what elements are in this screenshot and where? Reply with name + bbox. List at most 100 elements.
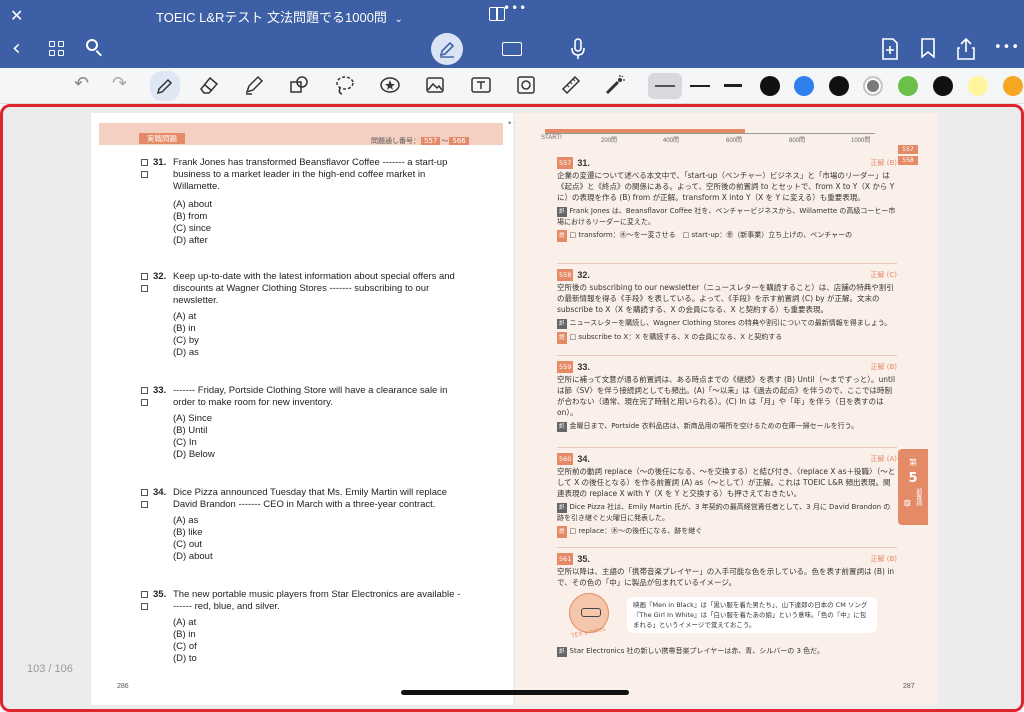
option: (C) of (173, 641, 197, 652)
answer-translation: Frank Jones は、Beansflavor Coffee 社を、ベンチャ… (557, 207, 896, 226)
option: (C) out (173, 539, 203, 550)
answer-explanation: 空所前の動詞 replace（～の後任になる、～を交換する）と結び付き、〈rep… (557, 467, 896, 498)
document-viewport[interactable]: 103 / 106 実戦問題 問題通し番号： 557 ～ 566 31. Frank … (0, 104, 1024, 712)
checkbox[interactable] (141, 273, 148, 280)
color-swatch-blue[interactable] (794, 76, 814, 96)
sticker-icon[interactable] (379, 74, 403, 98)
answer-tag: 561 (557, 553, 574, 565)
text-box-icon[interactable] (470, 74, 494, 98)
home-indicator[interactable] (401, 690, 629, 695)
more-options-icon[interactable]: ••• (994, 40, 1020, 55)
answer-number: 32. (577, 270, 590, 280)
progress-axis-line (545, 133, 875, 134)
color-swatch-yellow[interactable] (968, 76, 988, 96)
axis-tick: 200問 (601, 138, 618, 144)
search-icon[interactable] (86, 39, 104, 57)
stroke-medium-option[interactable] (690, 85, 710, 87)
answer-key: 正解 (A) (870, 455, 897, 463)
option: (D) Below (173, 449, 215, 460)
page-counter: 103 / 106 (27, 663, 73, 675)
thumbnails-grid-icon[interactable] (49, 41, 65, 57)
options-list: (A) about (B) from (C) since (D) after (173, 199, 212, 247)
answer-block: 557 31. 正解 (B) 企業の変遷について述べる本文中で、「start-up（… (557, 157, 897, 242)
back-icon[interactable]: ‹ (12, 36, 21, 61)
question-item: 32. Keep up-to-date with the latest info… (141, 271, 471, 361)
chapter-number: 5 (908, 471, 918, 486)
multitask-dots-icon[interactable]: ••• (503, 1, 527, 15)
checkbox[interactable] (141, 159, 148, 166)
checkbox[interactable] (141, 171, 148, 178)
answer-translation-block: 訳 Star Electronics 社の新しい携帯音楽プレイヤーは赤、青、シルバ… (557, 647, 824, 657)
eraser-icon[interactable] (198, 74, 222, 98)
highlighter-icon[interactable] (243, 74, 267, 98)
color-swatch-green[interactable] (898, 76, 918, 96)
option: (D) about (173, 551, 213, 562)
color-swatch-black-2[interactable] (829, 76, 849, 96)
image-icon[interactable] (424, 74, 448, 98)
divider (557, 355, 897, 356)
axis-tick: 800問 (789, 138, 806, 144)
chapter-suffix: 章 (903, 499, 912, 508)
checkbox[interactable] (141, 285, 148, 292)
answer-translation: Dice Pizza 社は、Emily Martin 氏が、3 年契約の最高経営… (557, 503, 891, 522)
document-title-button[interactable]: TOEIC L&Rテスト 文法問題でる1000問 ⌄ (156, 7, 403, 26)
color-swatch-gray-selected[interactable] (863, 76, 883, 96)
pen-tool-button[interactable] (150, 71, 180, 101)
answer-block: 561 35. 正解 (B) 空所以降は、主語の「携帯音楽プレイヤー」の入手可能な色… (557, 553, 897, 588)
question-number: 33. (153, 385, 167, 396)
progress-axis: START! 200問 400問 600問 800問 1000問 (541, 115, 875, 144)
laser-pointer-icon[interactable] (604, 74, 628, 98)
keyboard-icon[interactable] (502, 42, 522, 56)
answer-tag: 560 (557, 453, 574, 465)
question-range-to: 566 (449, 137, 469, 145)
question-range: 問題通し番号： 557 ～ 566 (371, 136, 470, 146)
chapter-tab: 第 5 章 前置詞 (898, 449, 928, 525)
checkbox[interactable] (141, 489, 148, 496)
stroke-thin-option[interactable] (655, 85, 675, 87)
undo-icon[interactable]: ↶ (74, 73, 98, 97)
color-swatch-orange[interactable] (1003, 76, 1023, 96)
answer-explanation: 空所以降は、主語の「携帯音楽プレイヤー」の入手可能な色を示している。色を表す前置… (557, 567, 895, 587)
checkbox[interactable] (141, 501, 148, 508)
question-stem: Keep up-to-date with the latest informat… (173, 271, 455, 306)
answer-number: 34. (577, 454, 590, 464)
checkbox[interactable] (141, 591, 148, 598)
pen-icon (156, 78, 173, 95)
ruler-icon[interactable] (560, 74, 584, 98)
lasso-icon[interactable] (334, 74, 358, 98)
answer-vocab: □ transform：㊍～を一変させる □ start-up：㊎（新事業）立ち… (569, 231, 853, 239)
bookmark-icon[interactable] (921, 38, 935, 62)
side-question-numbers: 557 558 (898, 145, 918, 167)
answer-vocab: □ replace：㊍～の後任になる、跡を継ぐ (569, 527, 703, 535)
close-icon[interactable]: ✕ (10, 6, 23, 25)
option: (C) by (173, 335, 199, 346)
redo-icon[interactable]: ↷ (112, 73, 136, 97)
option: (C) since (173, 223, 212, 234)
options-list: (A) at (B) in (C) of (D) to (173, 617, 197, 665)
checkbox[interactable] (141, 603, 148, 610)
question-stem: ------- Friday, Portside Clothing Store … (173, 385, 448, 408)
divider (557, 447, 897, 448)
checkbox[interactable] (141, 399, 148, 406)
answer-key: 正解 (C) (870, 271, 897, 279)
color-swatch-black[interactable] (760, 76, 780, 96)
stroke-thick-option[interactable] (724, 84, 742, 87)
option: (A) Since (173, 413, 213, 424)
answer-key: 正解 (B) (870, 555, 898, 563)
screenshot-icon[interactable] (515, 74, 539, 98)
divider (557, 263, 897, 264)
annotation-toolbar: ↶ ↷ (0, 68, 1024, 104)
annotate-pen-button[interactable] (431, 33, 463, 65)
add-page-icon[interactable] (881, 38, 899, 64)
checkbox[interactable] (141, 387, 148, 394)
options-list: (A) at (B) in (C) by (D) as (173, 311, 199, 359)
answer-block: 559 33. 正解 (B) 空所に補って文意が通る前置詞は、ある時点までの《継続》… (557, 361, 897, 432)
divider (557, 547, 897, 548)
answer-number: 33. (577, 362, 590, 372)
color-swatch-black-3[interactable] (933, 76, 953, 96)
microphone-icon[interactable] (570, 38, 586, 64)
shapes-icon[interactable] (288, 74, 312, 98)
question-item: 33. ------- Friday, Portside Clothing St… (141, 385, 471, 465)
share-icon[interactable] (957, 37, 975, 64)
answer-tag: 558 (557, 269, 574, 281)
